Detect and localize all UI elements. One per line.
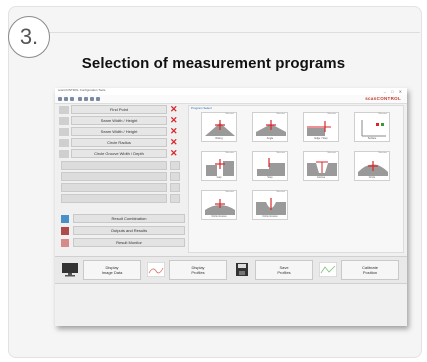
empty-slot-side[interactable]: [170, 183, 180, 192]
empty-slot-side[interactable]: [170, 172, 180, 181]
empty-slot[interactable]: [61, 194, 167, 203]
brand-logo: scanCONTROL: [365, 96, 401, 101]
tile-label: Rising: [215, 137, 223, 140]
undo-icon[interactable]: [78, 97, 82, 101]
rising-icon: [205, 120, 235, 136]
result-combination-icon: [61, 215, 69, 223]
open-icon[interactable]: [64, 97, 68, 101]
program-tile[interactable]: Measure Groove: [303, 151, 339, 181]
program-tile[interactable]: Measure Surface: [354, 112, 390, 142]
tile-label: Angle: [266, 137, 274, 140]
new-icon[interactable]: [58, 97, 62, 101]
program-button[interactable]: Circle Groove Width / Depth: [71, 149, 167, 158]
result-monitor-icon: [61, 239, 69, 247]
circle-icon: [358, 161, 388, 176]
tile-label: Gap: [216, 176, 222, 179]
section-heading: Selection of measurement programs: [81, 55, 346, 72]
gap-icon: [206, 159, 234, 176]
window-controls[interactable]: – □ ✕: [384, 89, 404, 94]
program-tile[interactable]: Measure Angle: [252, 112, 288, 142]
program-row: Seam Width / Height ✕: [57, 126, 185, 137]
tile-label: Surface: [367, 137, 377, 140]
app-screenshot: scanCONTROL Configuration Tools – □ ✕ sc…: [55, 88, 407, 326]
program-button[interactable]: Find Point: [71, 105, 167, 114]
action-row: Outputs and Results: [59, 226, 185, 236]
tile-label: Step: [267, 176, 273, 179]
groove-icon: [307, 161, 337, 176]
action-row: Result Monitor: [59, 238, 185, 248]
empty-slot[interactable]: [61, 183, 167, 192]
surface-icon: [361, 120, 386, 137]
program-tiles-panel: Program Select Measure Rising Measure An…: [188, 105, 404, 253]
delete-icon[interactable]: ✕: [170, 115, 178, 125]
panel-label: Program Select: [191, 106, 212, 110]
circle-groove-icon: [205, 199, 235, 215]
program-button[interactable]: Seam Width / Height: [71, 116, 167, 125]
program-tile[interactable]: Measure Gap: [201, 151, 237, 181]
empty-slot-side[interactable]: [170, 161, 180, 170]
delete-icon[interactable]: ✕: [170, 126, 178, 136]
tile-label: Edge / Step: [314, 137, 328, 140]
program-button[interactable]: Circle Radius: [71, 138, 167, 147]
program-row: Circle Radius ✕: [57, 137, 185, 148]
tile-label: Circle Groove: [262, 215, 278, 218]
monitor-icon: [62, 263, 78, 277]
delete-icon[interactable]: ✕: [170, 137, 178, 147]
toolbar: scanCONTROL: [55, 95, 407, 104]
profile-chart-icon: [147, 262, 165, 277]
save-icon[interactable]: [70, 97, 74, 101]
calibrate-icon: [319, 262, 337, 277]
button-line: Profiles: [191, 270, 205, 275]
empty-slot-side[interactable]: [170, 194, 180, 203]
program-tile[interactable]: Measure Edge / Step: [303, 112, 339, 142]
tile-label: Circle: [368, 176, 376, 179]
button-line: Profiles: [277, 270, 291, 275]
display-image-data-button[interactable]: Display Image Data: [83, 260, 141, 280]
find-point-icon: [59, 106, 69, 114]
button-line: Image Data: [101, 270, 123, 275]
program-tile[interactable]: Measure Step: [252, 151, 288, 181]
angle-icon: [256, 120, 286, 136]
empty-slot[interactable]: [61, 161, 167, 170]
delete-icon[interactable]: ✕: [170, 104, 178, 114]
action-row: Result Combination: [59, 214, 185, 224]
outputs-icon: [61, 227, 69, 235]
circle-radius-icon: [59, 139, 69, 147]
empty-slot[interactable]: [61, 172, 167, 181]
delete-icon[interactable]: ✕: [170, 148, 178, 158]
divider: [40, 32, 420, 33]
window-title: scanCONTROL Configuration Tools: [58, 88, 106, 92]
tile-label: Groove: [316, 176, 326, 179]
step-number: 3.: [8, 16, 50, 58]
bottom-bar: Display Image Data Display Profiles Save…: [55, 256, 407, 284]
seam-width-icon: [59, 128, 69, 136]
redo-icon[interactable]: [84, 97, 88, 101]
save-profiles-button[interactable]: Save Profiles: [255, 260, 313, 280]
program-button[interactable]: Seam Width / Height: [71, 127, 167, 136]
program-tile[interactable]: Measure Rising: [201, 112, 237, 142]
circle-groove-icon: [59, 150, 69, 158]
program-list: Find Point ✕ Seam Width / Height ✕ Seam …: [57, 104, 185, 253]
tile-label: Circle Groove: [211, 215, 227, 218]
display-profiles-button[interactable]: Display Profiles: [169, 260, 227, 280]
save-icon: [236, 263, 248, 276]
circle-groove-icon: [256, 198, 286, 215]
settings-icon[interactable]: [90, 97, 94, 101]
result-combination-button[interactable]: Result Combination: [73, 214, 185, 223]
step-icon: [257, 158, 285, 176]
result-monitor-button[interactable]: Result Monitor: [73, 238, 185, 247]
program-row: Circle Groove Width / Depth ✕: [57, 148, 185, 159]
edge-step-icon: [307, 121, 331, 136]
program-tile[interactable]: Measure Circle: [354, 151, 390, 181]
program-tile[interactable]: Measure Circle Groove: [252, 190, 288, 220]
seam-width-icon: [59, 117, 69, 125]
program-row: Seam Width / Height ✕: [57, 115, 185, 126]
outputs-results-button[interactable]: Outputs and Results: [73, 226, 185, 235]
program-row: Find Point ✕: [57, 104, 185, 115]
calibrate-position-button[interactable]: Calibrate Position: [341, 260, 399, 280]
button-line: Position: [362, 270, 378, 275]
program-tile[interactable]: Measure Circle Groove: [201, 190, 237, 220]
help-icon[interactable]: [96, 97, 100, 101]
